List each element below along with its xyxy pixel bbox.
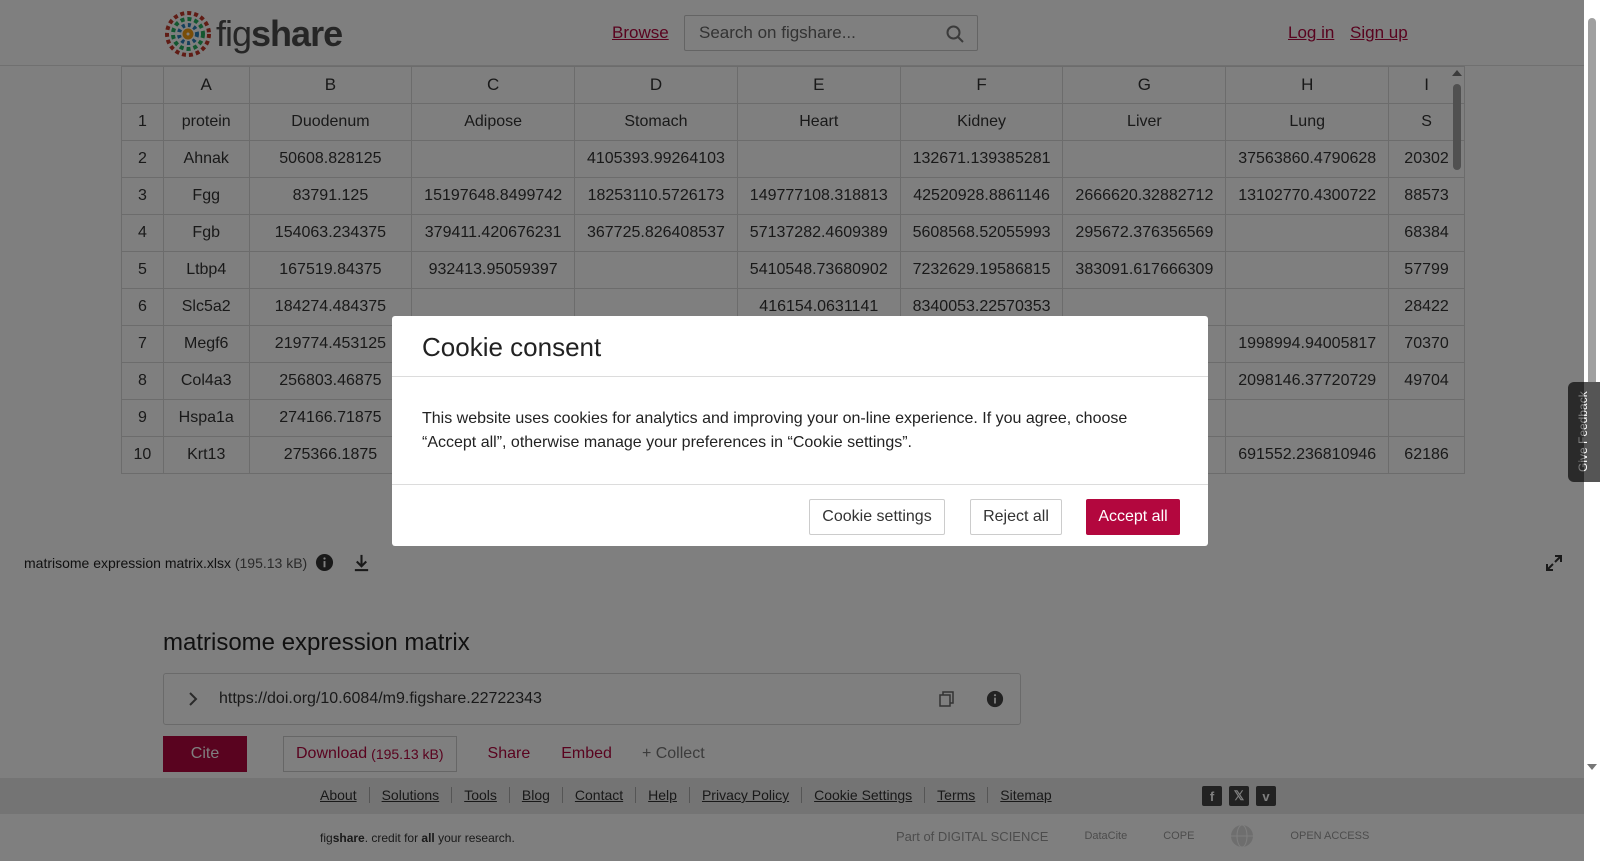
dialog-header: Cookie consent bbox=[392, 316, 1208, 377]
cookie-consent-dialog: Cookie consent This website uses cookies… bbox=[392, 316, 1208, 546]
dialog-body: This website uses cookies for analytics … bbox=[392, 377, 1208, 485]
scroll-down-icon[interactable] bbox=[1587, 764, 1597, 770]
reject-all-button[interactable]: Reject all bbox=[970, 499, 1062, 535]
dialog-footer: Cookie settings Reject all Accept all bbox=[392, 485, 1208, 546]
page-scroll-thumb[interactable] bbox=[1588, 18, 1596, 388]
dialog-title: Cookie consent bbox=[422, 332, 602, 362]
cookie-settings-button[interactable]: Cookie settings bbox=[809, 499, 945, 535]
accept-all-button[interactable]: Accept all bbox=[1086, 499, 1180, 535]
